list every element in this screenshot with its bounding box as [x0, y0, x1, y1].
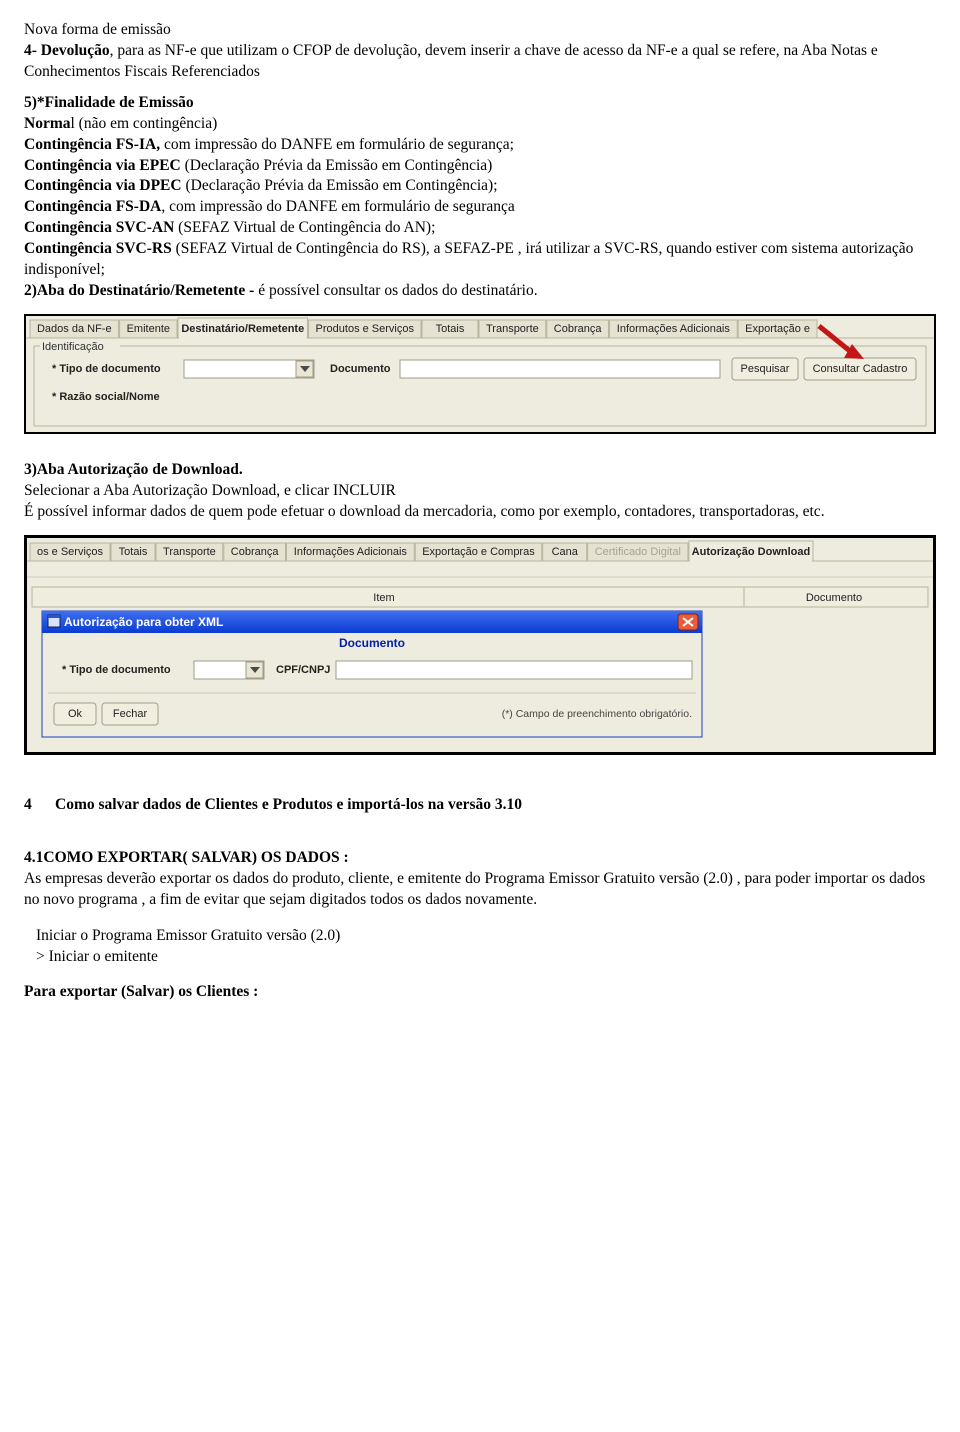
label-documento: Documento — [330, 363, 391, 375]
text-bold: 5)*Finalidade de Emissão — [24, 94, 194, 111]
text-bold: 4- Devolução — [24, 42, 110, 59]
text: (Declaração Prévia da Emissão em Conting… — [185, 157, 493, 174]
text: Para exportar (Salvar) os Clientes : — [24, 983, 258, 1000]
cpf-cnpj-input[interactable] — [336, 661, 692, 679]
text: Nova forma de emissão — [24, 21, 171, 38]
documento-input[interactable] — [400, 360, 720, 378]
window-icon — [48, 615, 60, 627]
tab-label: Transporte — [486, 323, 539, 335]
text-bold: 3)Aba Autorização de Download. — [24, 461, 243, 478]
text-bold: 4.1COMO EXPORTAR( SALVAR) OS DADOS : — [24, 849, 349, 866]
tab-label: os e Serviços — [37, 546, 104, 558]
text: , com impressão do DANFE em formulário d… — [161, 198, 514, 215]
label-razao-social: * Razão social/Nome — [52, 391, 160, 403]
close-button[interactable] — [678, 614, 698, 630]
paragraph-finalidade: 5)*Finalidade de Emissão Normal (não em … — [24, 93, 936, 302]
svg-text:Ok: Ok — [68, 708, 83, 720]
label-tipo-documento: * Tipo de documento — [52, 363, 161, 375]
text: 4 — [24, 796, 32, 813]
tab-label: Transporte — [163, 546, 216, 558]
text: , para as NF-e que utilizam o CFOP de de… — [24, 42, 878, 80]
text: É possível informar dados de quem pode e… — [24, 503, 825, 520]
text-bold: Contingência SVC-RS — [24, 240, 176, 257]
text: As empresas deverão exportar os dados do… — [24, 870, 925, 908]
screenshot-destinatario-remetente: Dados da NF-e Emitente Destinatário/Remete… — [24, 314, 936, 434]
text-bold: 2)Aba do Destinatário/Remetente - — [24, 282, 258, 299]
tab-label: Totais — [436, 323, 465, 335]
text: l (não em contingência) — [71, 115, 218, 132]
tab-label: Cobrança — [554, 323, 603, 335]
text: (Declaração Prévia da Emissão em Conting… — [185, 177, 497, 194]
tab-label: Cobrança — [231, 546, 280, 558]
group-label: Identificação — [42, 341, 104, 353]
tab-label: Emitente — [127, 323, 170, 335]
text: Selecionar a Aba Autorização Download, e… — [24, 482, 396, 499]
tab-label: Totais — [119, 546, 148, 558]
svg-text:Consultar Cadastro: Consultar Cadastro — [813, 363, 908, 375]
tab-label: Exportação e — [745, 323, 810, 335]
text: com impressão do DANFE em formulário de … — [164, 136, 514, 153]
svg-text:Fechar: Fechar — [113, 708, 148, 720]
paragraph-iniciar: Iniciar o Programa Emissor Gratuito vers… — [24, 926, 936, 968]
column-item: Item — [373, 592, 394, 604]
paragraph-exportar-clientes: Para exportar (Salvar) os Clientes : — [24, 982, 936, 1003]
dialog-autorizacao-xml: Autorização para obter XML Documento * T… — [42, 611, 702, 737]
column-documento: Documento — [806, 592, 862, 604]
tab-label: Exportação e Compras — [422, 546, 535, 558]
tab-label: Produtos e Serviços — [316, 323, 415, 335]
tab-label: Dados da NF-e — [37, 323, 112, 335]
svg-text:Pesquisar: Pesquisar — [741, 363, 790, 375]
text: Como salvar dados de Clientes e Produtos… — [55, 796, 522, 813]
screenshot-autorizacao-download: os e Serviços Totais Transporte Cobrança Inf… — [24, 535, 936, 755]
dialog-heading: Documento — [339, 636, 405, 650]
section-4-heading: 4 Como salvar dados de Clientes e Produt… — [24, 795, 936, 816]
text-bold: Contingência SVC-AN — [24, 219, 178, 236]
dialog-title: Autorização para obter XML — [64, 615, 223, 629]
label-tipo-documento: * Tipo de documento — [62, 664, 171, 676]
text-bold: Contingência via DPEC — [24, 177, 185, 194]
tipo-documento-select[interactable] — [184, 360, 314, 378]
text-bold: Contingência via EPEC — [24, 157, 185, 174]
text: Iniciar o Programa Emissor Gratuito vers… — [36, 927, 340, 944]
tab-label: Autorização Download — [692, 546, 811, 558]
text-bold: Norma — [24, 115, 71, 132]
text: (SEFAZ Virtual de Contingência do AN); — [178, 219, 435, 236]
tab-label: Cana — [552, 546, 579, 558]
text-bold: Contingência FS-IA, — [24, 136, 164, 153]
tab-label: Destinatário/Remetente — [181, 323, 304, 335]
paragraph-autorizacao-download: 3)Aba Autorização de Download. Seleciona… — [24, 460, 936, 523]
text: > Iniciar o emitente — [36, 948, 158, 965]
tab-label: Informações Adicionais — [617, 323, 731, 335]
required-note: (*) Campo de preenchimento obrigatório. — [502, 708, 692, 720]
tab-label: Informações Adicionais — [294, 546, 408, 558]
label-cpf-cnpj: CPF/CNPJ — [276, 664, 330, 676]
paragraph-exportar: 4.1COMO EXPORTAR( SALVAR) OS DADOS : As … — [24, 848, 936, 911]
tab-label: Certificado Digital — [595, 546, 681, 558]
text-bold: Contingência FS-DA — [24, 198, 161, 215]
paragraph-nova-forma: Nova forma de emissão 4- Devolução, para… — [24, 20, 936, 83]
text: é possível consultar os dados do destina… — [258, 282, 537, 299]
